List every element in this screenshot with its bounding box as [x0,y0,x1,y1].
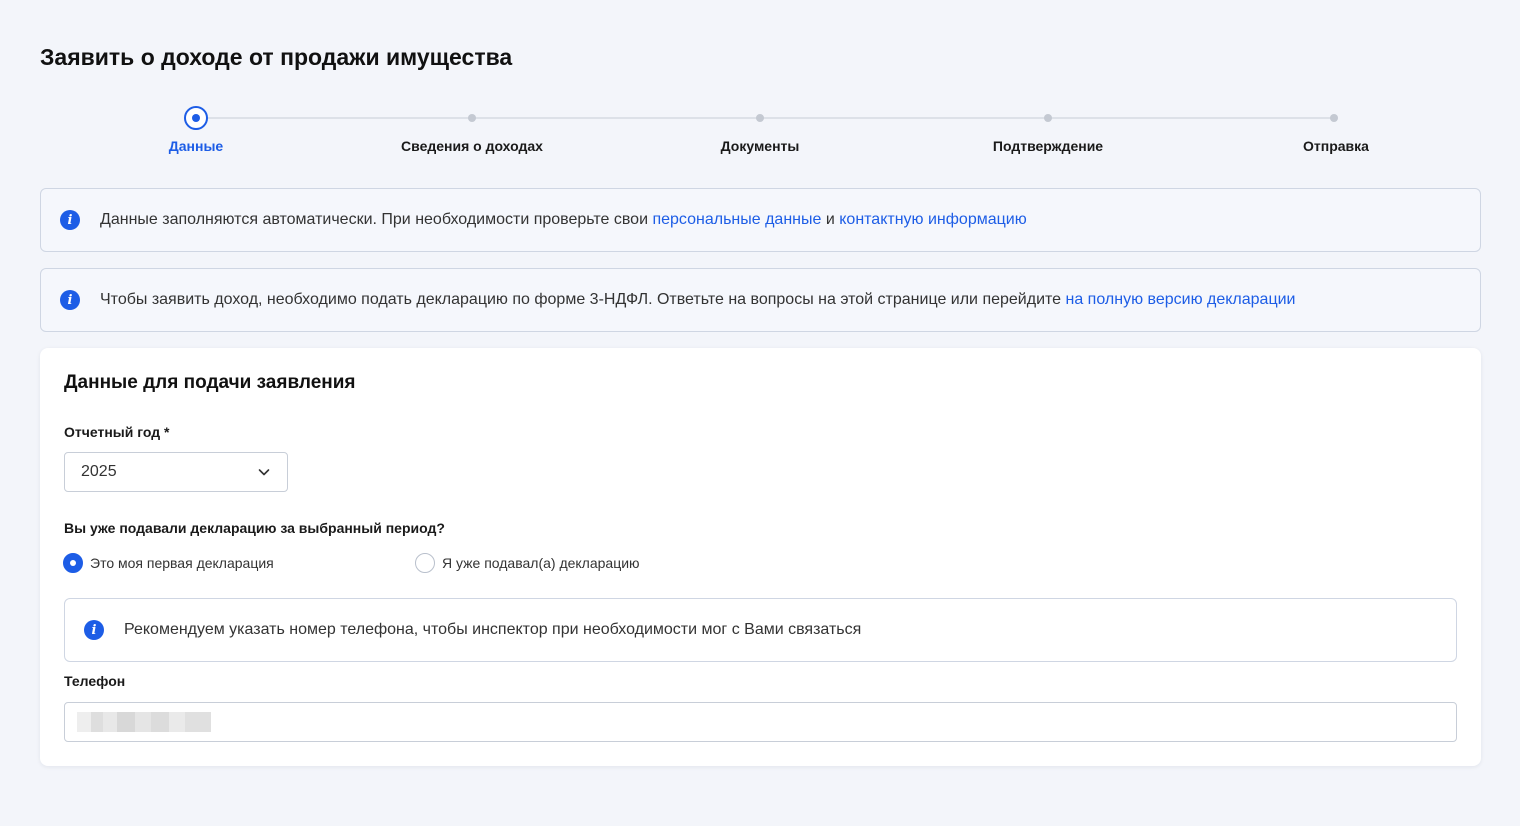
application-form-card: Данные для подачи заявления Отчетный год… [40,348,1481,766]
step-marker [756,114,764,122]
step-label: Сведения о доходах [401,138,543,154]
step-label: Документы [720,138,800,154]
step-marker [1044,114,1052,122]
phone-input[interactable] [64,702,1457,742]
year-select-value: 2025 [81,463,117,480]
full-declaration-link[interactable]: на полную версию декларации [1066,291,1296,308]
info-icon: i [84,620,104,640]
banner-text: Чтобы заявить доход, необходимо подать д… [100,291,1296,308]
personal-data-link[interactable]: персональные данные [652,211,821,228]
year-select[interactable]: 2025 [64,452,288,492]
phone-hint-text: Рекомендуем указать номер телефона, чтоб… [124,621,862,638]
step-label: Данные [168,138,224,154]
radio-button-checked[interactable] [63,553,83,573]
step-income[interactable]: Сведения о доходах [352,100,592,156]
year-label: Отчетный год * [64,424,170,440]
step-confirmation[interactable]: Подтверждение [928,100,1168,156]
info-icon: i [60,210,80,230]
step-documents[interactable]: Документы [640,100,880,156]
previous-declaration-question: Вы уже подавали декларацию за выбранный … [64,520,445,536]
info-banner-autofill: i Данные заполняются автоматически. При … [40,188,1481,252]
chevron-down-icon [258,469,270,476]
phone-hint-banner: i Рекомендуем указать номер телефона, чт… [64,598,1457,662]
radio-first-declaration[interactable]: Это моя первая декларация [63,553,274,573]
stepper: Данные Сведения о доходах Документы Подт… [0,100,1520,160]
step-data[interactable]: Данные [76,100,316,156]
info-icon: i [60,290,80,310]
phone-label: Телефон [64,673,126,689]
redacted-phone-value [77,712,211,732]
step-label: Отправка [1303,138,1369,154]
step-marker [468,114,476,122]
radio-button[interactable] [415,553,435,573]
step-submit[interactable]: Отправка [1214,100,1454,156]
page: Заявить о доходе от продажи имущества Да… [0,0,1520,826]
step-marker [1330,114,1338,122]
step-marker-active [184,106,208,130]
radio-already-submitted[interactable]: Я уже подавал(а) декларацию [415,553,640,573]
contact-info-link[interactable]: контактную информацию [839,211,1026,228]
card-title: Данные для подачи заявления [64,372,356,393]
info-banner-declaration: i Чтобы заявить доход, необходимо подать… [40,268,1481,332]
page-title: Заявить о доходе от продажи имущества [40,44,513,70]
radio-label: Это моя первая декларация [90,555,274,571]
radio-label: Я уже подавал(а) декларацию [442,555,640,571]
step-label: Подтверждение [992,138,1104,154]
banner-text: Данные заполняются автоматически. При не… [100,211,1027,228]
